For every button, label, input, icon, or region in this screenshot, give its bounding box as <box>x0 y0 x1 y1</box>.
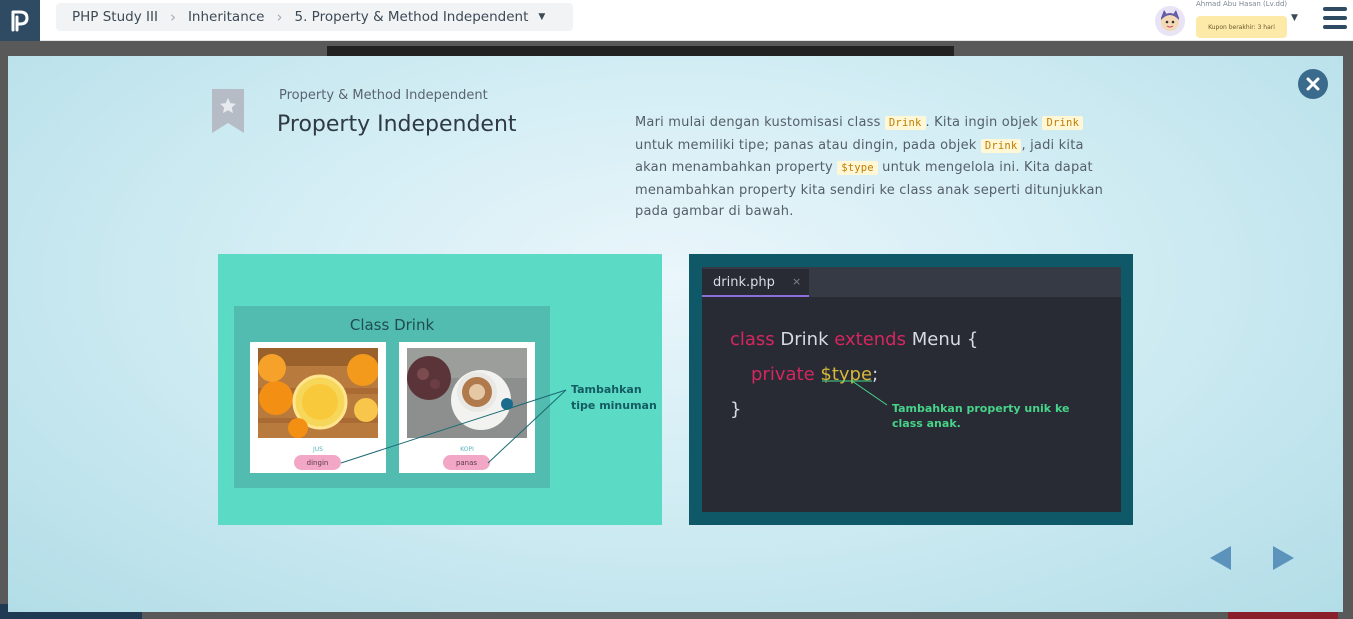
user-name[interactable]: Ahmad Abu Hasan (Lv.dd) <box>1196 0 1287 8</box>
progate-logo-icon[interactable] <box>0 0 40 41</box>
hamburger-menu-icon[interactable] <box>1323 7 1347 29</box>
slide-modal: Property & Method Independent Property I… <box>8 56 1343 612</box>
code-inline: Drink <box>1042 116 1084 130</box>
chevron-down-icon[interactable]: ▼ <box>538 12 545 22</box>
arrow-left-icon[interactable] <box>1209 545 1233 571</box>
breadcrumb: PHP Study III › Inheritance › 5. Propert… <box>56 3 573 31</box>
close-icon[interactable] <box>1298 69 1328 99</box>
code-editor: drink.php × class Drink extends Menu { p… <box>702 267 1121 512</box>
top-bar: PHP Study III › Inheritance › 5. Propert… <box>0 0 1353 41</box>
code-annotation-line <box>822 380 888 406</box>
code-editor-panel: drink.php × class Drink extends Menu { p… <box>689 254 1133 525</box>
code-inline: Drink <box>980 138 1022 153</box>
class-drink-illustration: Class Drink JUS dingin KOPI panas Tambah… <box>218 254 662 525</box>
breadcrumb-chapter[interactable]: Inheritance <box>188 9 265 25</box>
breadcrumb-lesson[interactable]: 5. Property & Method Independent <box>295 9 529 25</box>
page-title: Property Independent <box>277 112 517 137</box>
arrow-right-icon[interactable] <box>1271 545 1295 571</box>
code-inline: $type <box>837 161 878 175</box>
lesson-description: Mari mulai dengan kustomisasi class Drin… <box>635 115 1104 219</box>
breadcrumb-course[interactable]: PHP Study III <box>72 9 158 25</box>
chevron-right-icon: › <box>276 8 283 26</box>
code-inline: Drink <box>884 116 926 130</box>
chevron-down-icon[interactable]: ▼ <box>1291 13 1298 23</box>
coupon-badge: Kupon berakhir: 3 hari <box>1196 16 1287 38</box>
code-annotation-note: Tambahkan property unik ke class anak. <box>892 402 1070 430</box>
lesson-subtitle: Property & Method Independent <box>279 88 488 103</box>
chevron-right-icon: › <box>169 8 176 26</box>
bookmark-star-icon <box>212 89 244 133</box>
annotation-note: Tambahkan tipe minuman <box>571 383 657 412</box>
avatar[interactable] <box>1155 6 1185 36</box>
